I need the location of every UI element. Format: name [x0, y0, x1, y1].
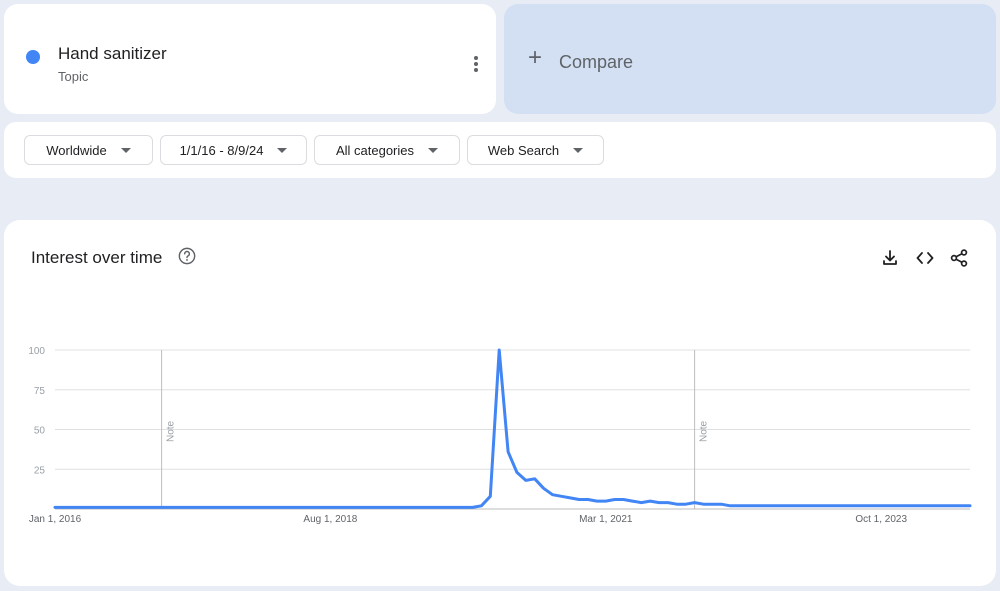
annotation-label: Note [699, 420, 710, 442]
annotation-label: Note [166, 420, 177, 442]
x-tick-label: Oct 1, 2023 [855, 514, 907, 525]
interest-chart: 25 50 75 100 Jan 1, 2016 Aug 1, 2018 Mar 1, 20… [28, 346, 972, 525]
y-tick-label: 50 [34, 426, 46, 437]
y-tick-label: 75 [34, 386, 46, 397]
x-tick-label: Jan 1, 2016 [29, 514, 82, 525]
series-line [53, 348, 972, 509]
x-tick-label: Mar 1, 2021 [579, 514, 633, 525]
y-tick-label: 100 [28, 346, 45, 357]
y-tick-label: 25 [34, 465, 46, 476]
x-tick-label: Aug 1, 2018 [303, 514, 357, 525]
